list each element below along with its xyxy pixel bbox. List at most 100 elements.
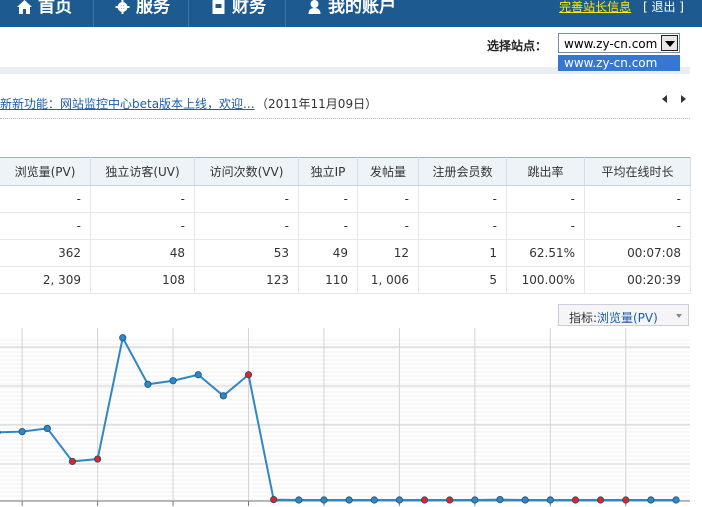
nav-divider: [93, 0, 94, 27]
nav-service[interactable]: 服务: [115, 0, 170, 27]
news-bar: 新新功能：网站监控中心beta版本上线，欢迎... （2011年11月09日）: [0, 92, 690, 119]
data-point: [68, 457, 77, 466]
data-point: [647, 496, 655, 504]
data-point: [496, 496, 504, 504]
table-cell: -: [584, 185, 691, 213]
column-header[interactable]: 访问次数(VV): [194, 157, 299, 186]
data-point: [320, 496, 328, 504]
logout-link[interactable]: [ 退出 ]: [643, 0, 684, 14]
nav-account[interactable]: 我的账户: [307, 0, 396, 27]
table-cell: 1, 006: [357, 266, 419, 294]
site-option[interactable]: www.zy-cn.com: [558, 55, 680, 71]
table-cell: 00:20:39: [584, 266, 691, 294]
table-cell: -: [90, 185, 195, 213]
table-row: - - - - - - - -: [0, 212, 691, 240]
column-header[interactable]: 注册会员数: [418, 157, 507, 186]
table-cell: 62.51%: [506, 239, 585, 267]
data-point: [420, 496, 429, 504]
user-icon: [308, 0, 321, 14]
nav-account-label: 我的账户: [328, 0, 396, 17]
data-point: [446, 496, 454, 504]
prev-arrow-icon[interactable]: [662, 95, 667, 103]
wallet-icon: [212, 0, 225, 14]
table-cell: 48: [90, 239, 195, 267]
data-point: [270, 496, 278, 504]
table-cell: -: [357, 185, 419, 213]
table-row: 2, 309 108 123 110 1, 006 5 100.00% 00:2…: [0, 266, 691, 294]
nav-home[interactable]: 首页: [17, 0, 72, 27]
data-point: [370, 496, 378, 504]
table-cell: 53: [194, 239, 299, 267]
table-cell: 110: [298, 266, 358, 294]
table-cell: -: [298, 212, 358, 240]
table-cell: -: [584, 212, 691, 240]
data-point: [219, 392, 227, 400]
table-cell: 108: [90, 266, 195, 294]
table-cell: 5: [418, 266, 507, 294]
data-point: [395, 496, 403, 504]
chevron-down-icon[interactable]: [661, 35, 678, 51]
nav-home-label: 首页: [38, 0, 72, 17]
home-icon: [17, 0, 32, 14]
table-cell: -: [418, 185, 507, 213]
complete-info-link[interactable]: 完善站长信息: [559, 0, 631, 14]
column-header[interactable]: 跳出率: [506, 157, 585, 186]
data-point: [295, 496, 303, 504]
table-cell: 49: [298, 239, 358, 267]
next-arrow-icon[interactable]: [681, 95, 686, 103]
metric-select-value: 浏览量(PV): [597, 311, 658, 325]
nav-divider: [188, 0, 189, 27]
table-cell: -: [0, 185, 91, 213]
data-point: [244, 371, 253, 379]
site-select-value: www.zy-cn.com: [564, 37, 658, 51]
column-header[interactable]: 独立IP: [298, 157, 358, 186]
data-point: [94, 455, 102, 463]
table-header-row: 浏览量(PV) 独立访客(UV) 访问次数(VV) 独立IP 发帖量 注册会员数…: [0, 157, 691, 186]
table-cell: -: [0, 212, 91, 240]
table-row: 362 48 53 49 12 1 62.51% 00:07:08: [0, 239, 691, 267]
stats-table: 浏览量(PV) 独立访客(UV) 访问次数(VV) 独立IP 发帖量 注册会员数…: [0, 157, 691, 294]
pv-line-chart: [0, 328, 690, 506]
column-header[interactable]: 发帖量: [357, 157, 419, 186]
table-cell: 2, 309: [0, 266, 91, 294]
site-select[interactable]: www.zy-cn.com: [558, 33, 680, 53]
nav-divider: [285, 0, 286, 27]
data-point: [471, 496, 479, 504]
data-point: [43, 424, 51, 433]
table-cell: 12: [357, 239, 419, 267]
data-point: [345, 496, 353, 504]
data-point: [169, 377, 177, 385]
data-point: [119, 334, 127, 342]
news-date: （2011年11月09日）: [256, 97, 378, 111]
table-cell: -: [298, 185, 358, 213]
chevron-down-icon: [676, 314, 682, 318]
table-cell: -: [418, 212, 507, 240]
gear-icon: [115, 0, 130, 14]
data-point: [144, 380, 152, 388]
column-header[interactable]: 平均在线时长: [584, 157, 691, 186]
data-point: [672, 496, 680, 504]
site-select-label: 选择站点：: [487, 39, 548, 53]
table-cell: -: [194, 185, 299, 213]
table-cell: 100.00%: [506, 266, 585, 294]
nav-service-label: 服务: [136, 0, 170, 17]
data-point: [194, 371, 202, 379]
top-nav-bar: 首页 服务 财务 我的账户 完善站长信息 [ 退出 ]: [0, 0, 702, 27]
table-cell: 123: [194, 266, 299, 294]
metric-select[interactable]: 指标: 浏览量(PV): [558, 304, 689, 326]
data-point: [571, 496, 580, 504]
table-cell: -: [357, 212, 419, 240]
data-point: [546, 496, 554, 504]
data-point: [596, 496, 605, 504]
table-row: - - - - - - - -: [0, 185, 691, 213]
column-header[interactable]: 浏览量(PV): [0, 157, 91, 186]
data-point: [521, 496, 529, 504]
data-point: [622, 496, 630, 504]
table-cell: -: [194, 212, 299, 240]
column-header[interactable]: 独立访客(UV): [90, 157, 195, 186]
nav-finance[interactable]: 财务: [211, 0, 266, 27]
table-cell: -: [90, 212, 195, 240]
table-cell: 362: [0, 239, 91, 267]
nav-finance-label: 财务: [232, 0, 266, 17]
news-link[interactable]: 新新功能：网站监控中心beta版本上线，欢迎...: [0, 95, 255, 112]
